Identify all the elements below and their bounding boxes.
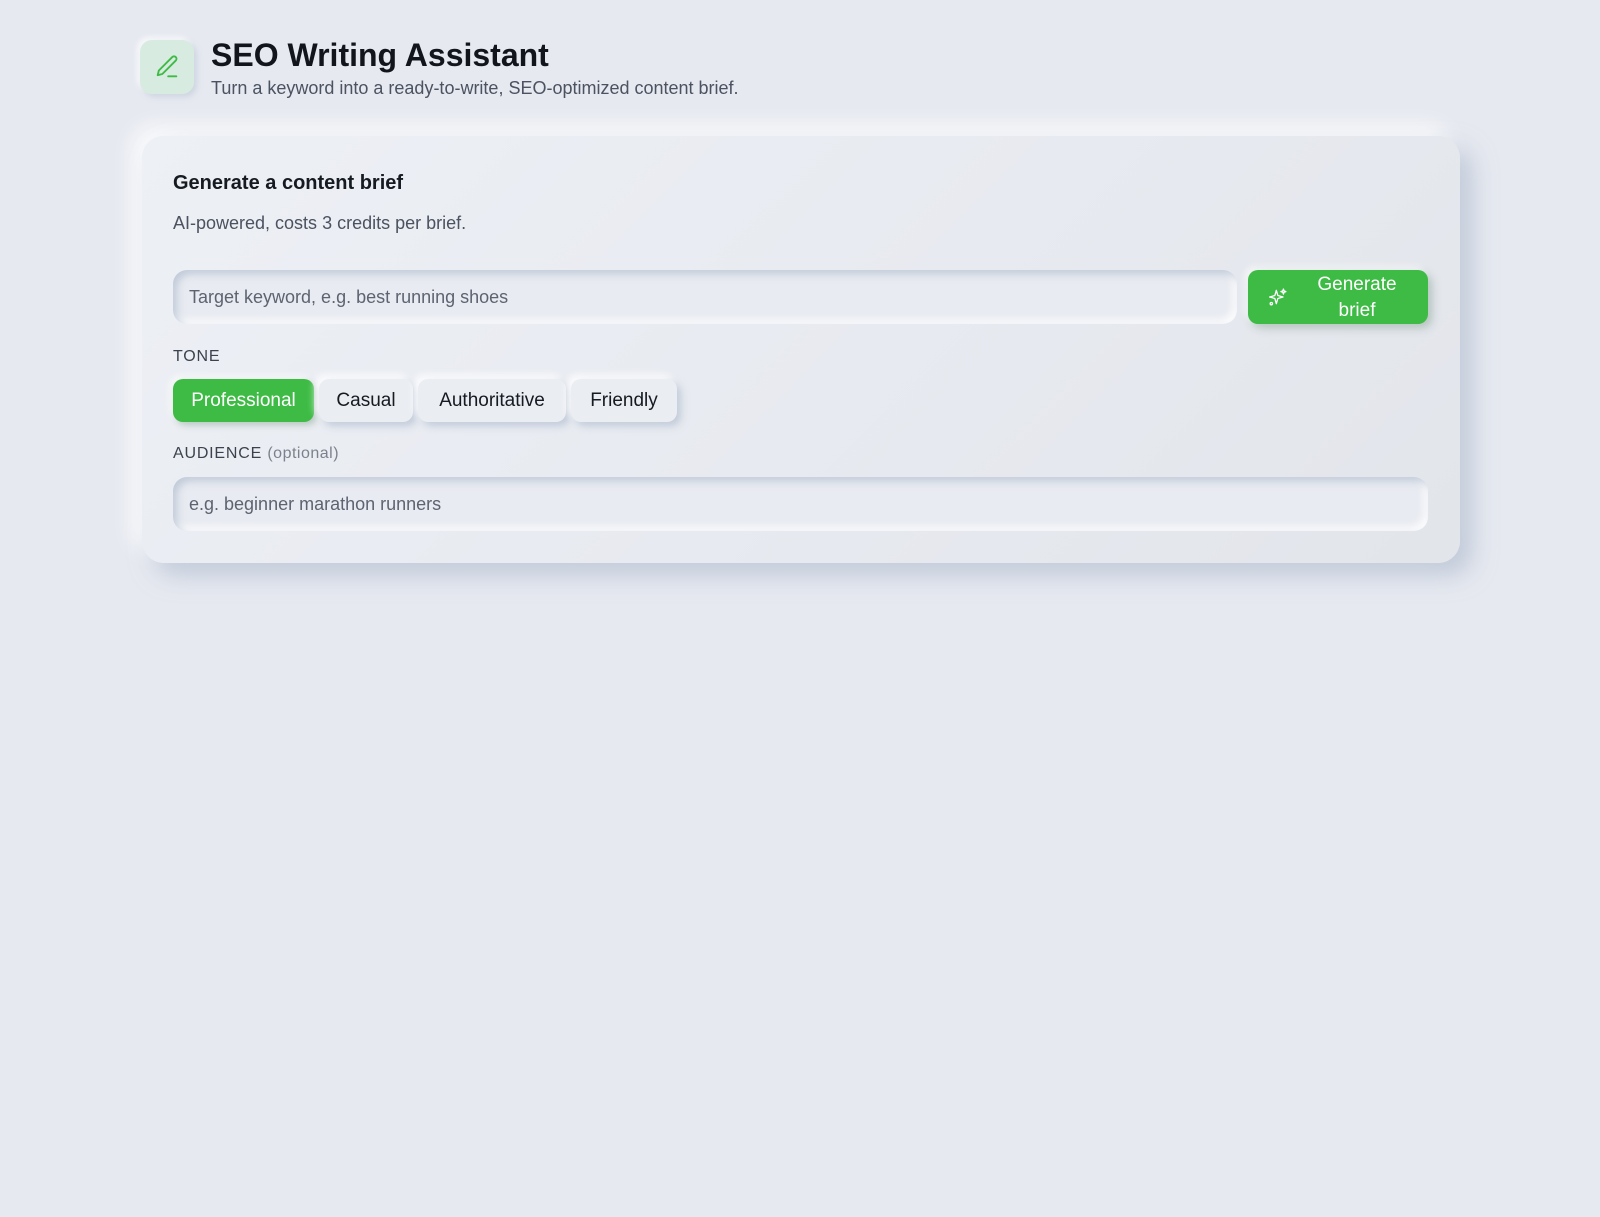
- tone-option-friendly[interactable]: Friendly: [571, 379, 677, 422]
- page-title: SEO Writing Assistant: [211, 37, 549, 73]
- tone-option-professional[interactable]: Professional: [173, 379, 314, 422]
- header-text: SEO Writing Assistant Turn a keyword int…: [211, 36, 739, 100]
- audience-input[interactable]: [173, 477, 1428, 531]
- sparkles-icon: [1269, 288, 1287, 306]
- audience-label-text: AUDIENCE: [173, 445, 263, 462]
- tone-option-authoritative[interactable]: Authoritative: [418, 379, 566, 422]
- page-subtitle: Turn a keyword into a ready-to-write, SE…: [211, 78, 739, 98]
- tone-label: TONE: [173, 348, 221, 365]
- keyword-input[interactable]: [173, 270, 1237, 324]
- pencil-icon: [156, 55, 178, 78]
- app-logo: [140, 40, 194, 94]
- tone-selector: Professional Casual Authoritative Friend…: [173, 379, 682, 422]
- generate-brief-button[interactable]: Generate brief: [1248, 270, 1428, 324]
- generate-button-label: Generate brief: [1317, 274, 1397, 321]
- app-header: SEO Writing Assistant Turn a keyword int…: [140, 36, 739, 100]
- card-title: Generate a content brief: [173, 172, 404, 194]
- tone-option-casual[interactable]: Casual: [319, 379, 413, 422]
- audience-label: AUDIENCE (optional): [173, 445, 339, 463]
- optional-hint: (optional): [267, 445, 340, 462]
- card-subtitle: AI-powered, costs 3 credits per brief.: [173, 213, 467, 233]
- brief-form-card: Generate a content brief AI-powered, cos…: [142, 136, 1460, 563]
- app-page: SEO Writing Assistant Turn a keyword int…: [0, 0, 1600, 1217]
